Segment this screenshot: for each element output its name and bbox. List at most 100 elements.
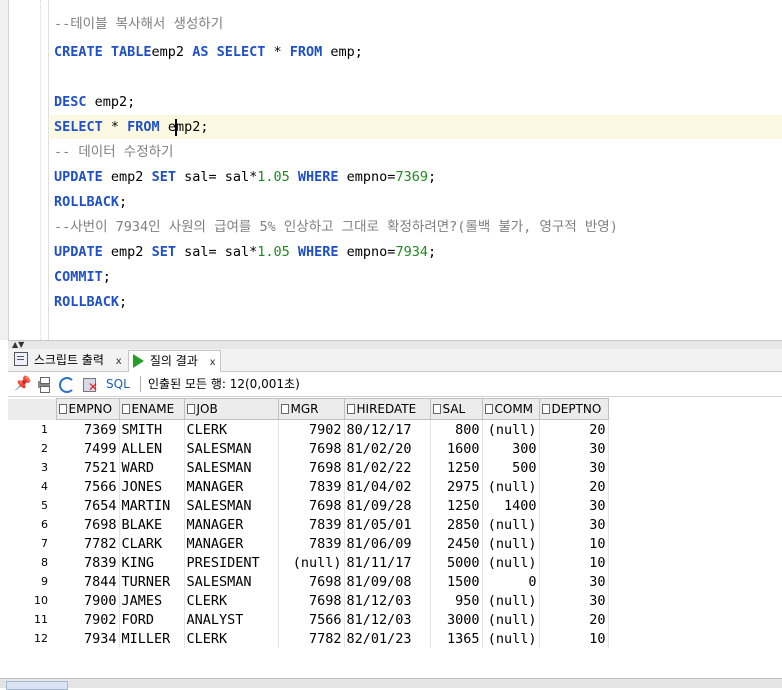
cell-comm[interactable]: (null) [482, 610, 540, 629]
cell-ename[interactable]: ALLEN [119, 439, 185, 458]
sql-button[interactable]: SQL [106, 376, 130, 392]
table-row[interactable]: 5 7654 MARTIN SALESMAN 7698 81/09/28 1250 1400 3… [8, 496, 609, 515]
cell-mgr[interactable]: 7698 [278, 458, 345, 477]
table-row[interactable]: 8 7839 KING PRESIDENT (null) 81/11/17 5000 (nul… [8, 553, 609, 572]
cell-job[interactable]: MANAGER [184, 477, 279, 496]
code-line-8[interactable]: ROLLBACK; [54, 190, 127, 214]
cell-sal[interactable]: 2975 [430, 477, 483, 496]
cell-empno[interactable]: 7934 [56, 629, 120, 648]
cell-deptno[interactable]: 10 [539, 629, 609, 648]
cell-hiredate[interactable]: 81/04/02 [344, 477, 431, 496]
cell-sal[interactable]: 5000 [430, 553, 483, 572]
cell-comm[interactable]: (null) [482, 553, 540, 572]
table-row[interactable]: 9 7844 TURNER SALESMAN 7698 81/09/08 1500 0 30 [8, 572, 609, 591]
cell-comm[interactable]: (null) [482, 515, 540, 534]
code-line-4[interactable]: DESC emp2; [54, 90, 135, 114]
cell-sal[interactable]: 1365 [430, 629, 483, 648]
cell-ename[interactable]: WARD [119, 458, 185, 477]
cell-sal[interactable]: 1250 [430, 458, 483, 477]
cell-comm[interactable]: (null) [482, 629, 540, 648]
cell-empno[interactable]: 7782 [56, 534, 120, 553]
tab-script-output-close-button[interactable]: x [116, 356, 122, 367]
cell-job[interactable]: MANAGER [184, 515, 279, 534]
cell-comm[interactable]: (null) [482, 591, 540, 610]
table-row[interactable]: 6 7698 BLAKE MANAGER 7839 81/05/01 2850 (null) 3… [8, 515, 609, 534]
code-line-9[interactable]: --사번이 7934인 사원의 급여를 5% 인상하고 그대로 확정하려면?(롤… [54, 215, 618, 239]
cell-ename[interactable]: BLAKE [119, 515, 185, 534]
column-header-ename[interactable]: ENAME [118, 398, 185, 420]
cell-sal[interactable]: 2850 [430, 515, 483, 534]
cell-job[interactable]: CLERK [184, 591, 279, 610]
cell-ename[interactable]: MARTIN [119, 496, 185, 515]
cell-mgr[interactable]: 7839 [278, 477, 345, 496]
cell-job[interactable]: CLERK [184, 629, 279, 648]
tab-query-result-close-button[interactable]: x [210, 357, 216, 368]
column-header-job[interactable]: JOB [183, 398, 279, 420]
cell-mgr[interactable]: 7698 [278, 572, 345, 591]
table-row[interactable]: 1 7369 SMITH CLERK 7902 80/12/17 800 (null) 20 [8, 419, 609, 439]
cell-sal[interactable]: 1500 [430, 572, 483, 591]
cell-mgr[interactable]: 7782 [278, 629, 345, 648]
cell-hiredate[interactable]: 82/01/23 [344, 629, 431, 648]
cell-deptno[interactable]: 30 [539, 439, 609, 458]
cell-empno[interactable]: 7499 [56, 439, 120, 458]
column-header-empno[interactable]: EMPNO [55, 398, 120, 420]
cell-deptno[interactable]: 20 [539, 477, 609, 496]
cell-deptno[interactable]: 10 [539, 553, 609, 572]
cell-empno[interactable]: 7698 [56, 515, 120, 534]
cell-hiredate[interactable]: 81/09/08 [344, 572, 431, 591]
sql-editor[interactable]: --테이블 복사해서 생성하기 CREATE TABLEemp2 AS SELEC… [0, 0, 782, 340]
cell-sal[interactable]: 800 [430, 419, 483, 439]
cell-ename[interactable]: CLARK [119, 534, 185, 553]
cell-comm[interactable]: (null) [482, 477, 540, 496]
table-row[interactable]: 10 7900 JAMES CLERK 7698 81/12/03 950 (null) 30 [8, 591, 609, 610]
cell-deptno[interactable]: 30 [539, 515, 609, 534]
bottom-tab-stub[interactable] [6, 681, 68, 690]
code-line-10[interactable]: UPDATE emp2 SET sal= sal*1.05 WHERE empn… [54, 240, 436, 264]
cell-mgr[interactable]: 7698 [278, 439, 345, 458]
code-line-1[interactable]: --테이블 복사해서 생성하기 [54, 12, 223, 36]
cell-mgr[interactable]: 7839 [278, 534, 345, 553]
splitter-collapse-arrows-icon[interactable]: ▲▼ [12, 340, 24, 349]
cell-ename[interactable]: MILLER [119, 629, 185, 648]
table-row[interactable]: 11 7902 FORD ANALYST 7566 81/12/03 3000 (null) 2… [8, 610, 609, 629]
cell-deptno[interactable]: 10 [539, 534, 609, 553]
cell-ename[interactable]: FORD [119, 610, 185, 629]
cell-job[interactable]: SALESMAN [184, 496, 279, 515]
cell-sal[interactable]: 1250 [430, 496, 483, 515]
cell-comm[interactable]: (null) [482, 534, 540, 553]
cell-hiredate[interactable]: 81/12/03 [344, 591, 431, 610]
cell-job[interactable]: SALESMAN [184, 572, 279, 591]
cell-empno[interactable]: 7900 [56, 591, 120, 610]
code-line-12[interactable]: ROLLBACK; [54, 290, 127, 314]
cell-comm[interactable]: 300 [482, 439, 540, 458]
cell-job[interactable]: SALESMAN [184, 458, 279, 477]
cell-deptno[interactable]: 20 [539, 610, 609, 629]
cell-deptno[interactable]: 30 [539, 572, 609, 591]
code-line-5[interactable]: SELECT * FROM emp2; [50, 115, 782, 139]
cell-hiredate[interactable]: 81/11/17 [344, 553, 431, 572]
cell-hiredate[interactable]: 81/09/28 [344, 496, 431, 515]
cell-empno[interactable]: 7521 [56, 458, 120, 477]
refresh-icon[interactable] [58, 376, 75, 393]
cell-mgr[interactable]: 7839 [278, 515, 345, 534]
cell-empno[interactable]: 7844 [56, 572, 120, 591]
cell-ename[interactable]: KING [119, 553, 185, 572]
table-row[interactable]: 4 7566 JONES MANAGER 7839 81/04/02 2975 (null) 2… [8, 477, 609, 496]
cell-hiredate[interactable]: 81/02/22 [344, 458, 431, 477]
cell-comm[interactable]: 0 [482, 572, 540, 591]
cell-hiredate[interactable]: 80/12/17 [344, 419, 431, 439]
cell-empno[interactable]: 7369 [56, 419, 120, 439]
column-header-deptno[interactable]: DEPTNO [538, 398, 609, 420]
pin-icon[interactable]: 📌 [14, 376, 31, 392]
cell-deptno[interactable]: 20 [539, 419, 609, 439]
code-line-6[interactable]: -- 데이터 수정하기 [54, 140, 173, 164]
cell-mgr[interactable]: 7902 [278, 419, 345, 439]
cell-empno[interactable]: 7654 [56, 496, 120, 515]
cell-sal[interactable]: 2450 [430, 534, 483, 553]
table-row[interactable]: 2 7499 ALLEN SALESMAN 7698 81/02/20 1600 300 30 [8, 439, 609, 458]
tab-query-result[interactable]: 질의 결과 x [128, 350, 221, 372]
cell-job[interactable]: ANALYST [184, 610, 279, 629]
cell-mgr[interactable]: (null) [278, 553, 345, 572]
query-result-grid[interactable]: EMPNO ENAME JOB MGR HIREDATE SAL COMM DEPTNO 17… [8, 398, 782, 687]
